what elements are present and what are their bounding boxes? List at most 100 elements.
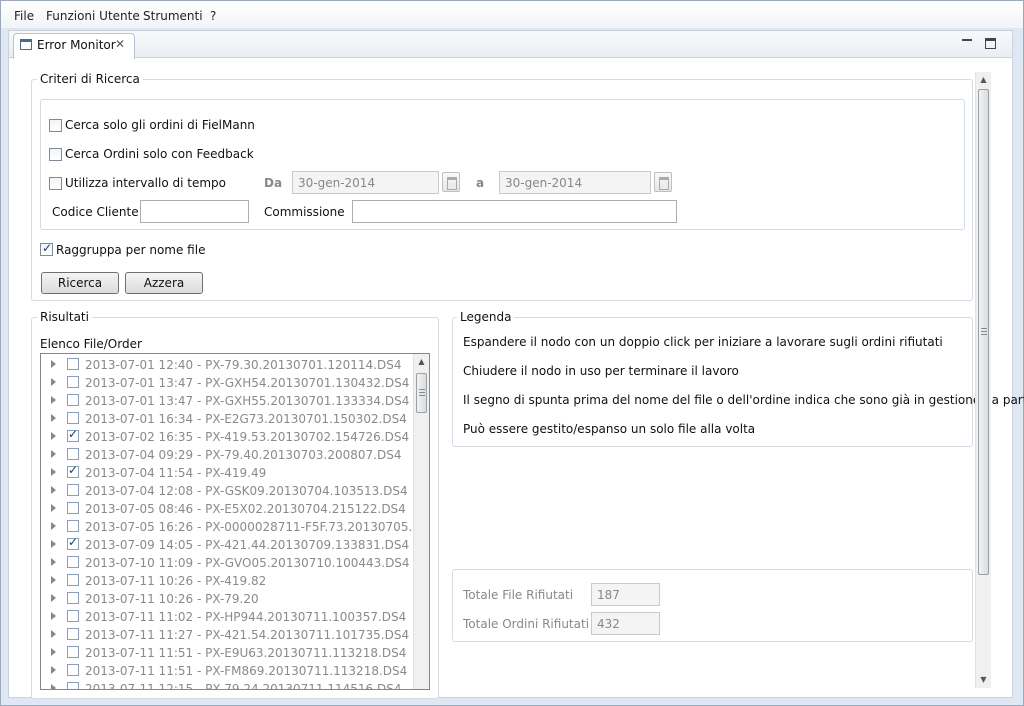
tree-item[interactable]: 2013-07-11 10:26 - PX-419.82: [41, 572, 414, 590]
legend-line: Il segno di spunta prima del nome del fi…: [463, 393, 1024, 407]
expand-arrow-icon[interactable]: [51, 612, 56, 620]
tree-item-label: 2013-07-01 13:47 - PX-GXH54.20130701.130…: [85, 376, 410, 390]
tree-item-checkbox[interactable]: [67, 427, 79, 442]
expand-arrow-icon[interactable]: [51, 432, 56, 440]
tree-item[interactable]: 2013-07-01 13:47 - PX-GXH54.20130701.130…: [41, 374, 414, 392]
only-feedback-checkbox[interactable]: [49, 148, 62, 161]
menu-file[interactable]: File: [14, 9, 34, 23]
tree-item-checkbox[interactable]: [67, 610, 79, 622]
scroll-down-icon[interactable]: ▼: [976, 672, 991, 688]
expand-arrow-icon[interactable]: [51, 540, 56, 548]
main-scroll-thumb[interactable]: [978, 89, 989, 575]
from-date-field[interactable]: 30-gen-2014: [292, 171, 439, 194]
tree-item-label: 2013-07-10 11:09 - PX-GVO05.20130710.100…: [85, 556, 410, 570]
tree-item[interactable]: 2013-07-01 16:34 - PX-E2G73.20130701.150…: [41, 410, 414, 428]
tree-item[interactable]: 2013-07-04 11:54 - PX-419.49: [41, 463, 414, 482]
tree-item-label: 2013-07-04 09:29 - PX-79.40.20130703.200…: [85, 448, 402, 462]
expand-arrow-icon[interactable]: [51, 504, 56, 512]
tree-item[interactable]: 2013-07-01 13:47 - PX-GXH55.20130701.133…: [41, 392, 414, 410]
tree-item-checkbox[interactable]: [67, 502, 79, 514]
expand-arrow-icon[interactable]: [51, 468, 56, 476]
tree-item-label: 2013-07-11 10:26 - PX-79.20: [85, 592, 259, 606]
only-fielmann-checkbox[interactable]: [49, 119, 62, 132]
expand-arrow-icon[interactable]: [51, 630, 56, 638]
tree-item[interactable]: 2013-07-04 12:08 - PX-GSK09.20130704.103…: [41, 482, 414, 500]
tree-item-checkbox[interactable]: [67, 412, 79, 424]
total-orders-label: Totale Ordini Rifiutati: [463, 617, 590, 631]
tree-item-checkbox[interactable]: [67, 664, 79, 676]
tree-item-checkbox[interactable]: [67, 646, 79, 658]
tree-item[interactable]: 2013-07-10 11:09 - PX-GVO05.20130710.100…: [41, 554, 414, 572]
tree-item-checkbox[interactable]: [67, 556, 79, 568]
maximize-icon[interactable]: [985, 38, 996, 49]
expand-arrow-icon[interactable]: [51, 486, 56, 494]
tree-item-label: 2013-07-05 16:26 - PX-0000028711-F5F.73.…: [85, 520, 429, 534]
tree-item-checkbox[interactable]: [67, 376, 79, 388]
scroll-up-icon[interactable]: ▲: [414, 354, 429, 370]
expand-arrow-icon[interactable]: [51, 684, 56, 689]
tree-item-checkbox[interactable]: [67, 448, 79, 460]
menu-help[interactable]: ?: [210, 9, 216, 23]
search-criteria-title: Criteri di Ricerca: [37, 72, 143, 86]
tree-item[interactable]: 2013-07-11 11:51 - PX-FM869.20130711.113…: [41, 662, 414, 680]
tree-item-checkbox[interactable]: [67, 535, 79, 550]
tree-item-label: 2013-07-11 11:27 - PX-421.54.20130711.10…: [85, 628, 410, 642]
minimize-icon[interactable]: [961, 33, 973, 45]
file-order-tree[interactable]: 2013-07-01 12:40 - PX-79.30.20130701.120…: [40, 353, 430, 690]
to-calendar-icon[interactable]: [654, 172, 672, 192]
expand-arrow-icon[interactable]: [51, 378, 56, 386]
menu-funzioni-utente[interactable]: Funzioni Utente: [46, 9, 140, 23]
tree-item-checkbox[interactable]: [67, 358, 79, 370]
legend-title: Legenda: [457, 310, 515, 324]
tree-item-checkbox[interactable]: [67, 394, 79, 406]
expand-arrow-icon[interactable]: [51, 666, 56, 674]
tree-item[interactable]: 2013-07-05 16:26 - PX-0000028711-F5F.73.…: [41, 518, 429, 536]
expand-arrow-icon[interactable]: [51, 360, 56, 368]
tree-item[interactable]: 2013-07-05 08:46 - PX-E5X02.20130704.215…: [41, 500, 414, 518]
expand-arrow-icon[interactable]: [51, 522, 56, 530]
expand-arrow-icon[interactable]: [51, 396, 56, 404]
only-feedback-label: Cerca Ordini solo con Feedback: [65, 147, 254, 161]
tree-item[interactable]: 2013-07-11 10:26 - PX-79.20: [41, 590, 414, 608]
commission-input[interactable]: [352, 200, 677, 223]
tree-item[interactable]: 2013-07-11 12:15 - PX-79.24.20130711.114…: [41, 680, 414, 689]
use-interval-checkbox[interactable]: [49, 177, 62, 190]
group-by-file-checkbox[interactable]: [40, 241, 53, 256]
menu-strumenti[interactable]: Strumenti: [143, 9, 203, 23]
customer-code-input[interactable]: [140, 200, 249, 223]
tree-item-checkbox[interactable]: [67, 592, 79, 604]
legend-line: Chiudere il nodo in uso per terminare il…: [463, 364, 739, 378]
tree-item[interactable]: 2013-07-02 16:35 - PX-419.53.20130702.15…: [41, 427, 414, 446]
tree-item[interactable]: 2013-07-11 11:51 - PX-E9U63.20130711.113…: [41, 644, 414, 662]
to-date-field[interactable]: 30-gen-2014: [499, 171, 651, 194]
expand-arrow-icon[interactable]: [51, 414, 56, 422]
tree-item-checkbox[interactable]: [67, 682, 79, 689]
close-icon[interactable]: ✕: [115, 37, 125, 51]
tree-item[interactable]: 2013-07-01 12:40 - PX-79.30.20130701.120…: [41, 356, 414, 374]
expand-arrow-icon[interactable]: [51, 558, 56, 566]
main-scrollbar[interactable]: ▲ ▼: [975, 72, 991, 688]
tree-item[interactable]: 2013-07-09 14:05 - PX-421.44.20130709.13…: [41, 535, 414, 554]
tree-item-label: 2013-07-04 12:08 - PX-GSK09.20130704.103…: [85, 484, 408, 498]
commission-label: Commissione: [264, 205, 345, 219]
expand-arrow-icon[interactable]: [51, 576, 56, 584]
reset-button[interactable]: Azzera: [125, 272, 203, 294]
tree-item-checkbox[interactable]: [67, 628, 79, 640]
search-button[interactable]: Ricerca: [41, 272, 119, 294]
tree-item-checkbox[interactable]: [67, 520, 79, 532]
expand-arrow-icon[interactable]: [51, 648, 56, 656]
scroll-up-icon[interactable]: ▲: [976, 72, 991, 88]
tree-item-checkbox[interactable]: [67, 484, 79, 496]
tree-item-checkbox[interactable]: [67, 574, 79, 586]
from-calendar-icon[interactable]: [442, 172, 460, 192]
customer-code-label: Codice Cliente: [52, 205, 139, 219]
tree-scroll-thumb[interactable]: [416, 373, 427, 413]
expand-arrow-icon[interactable]: [51, 450, 56, 458]
tree-item-checkbox[interactable]: [67, 463, 79, 478]
only-fielmann-label: Cerca solo gli ordini di FielMann: [65, 118, 255, 132]
tree-scrollbar[interactable]: ▲: [413, 354, 429, 689]
tree-item[interactable]: 2013-07-11 11:02 - PX-HP944.20130711.100…: [41, 608, 414, 626]
tree-item[interactable]: 2013-07-04 09:29 - PX-79.40.20130703.200…: [41, 446, 414, 464]
tree-item[interactable]: 2013-07-11 11:27 - PX-421.54.20130711.10…: [41, 626, 414, 644]
expand-arrow-icon[interactable]: [51, 594, 56, 602]
